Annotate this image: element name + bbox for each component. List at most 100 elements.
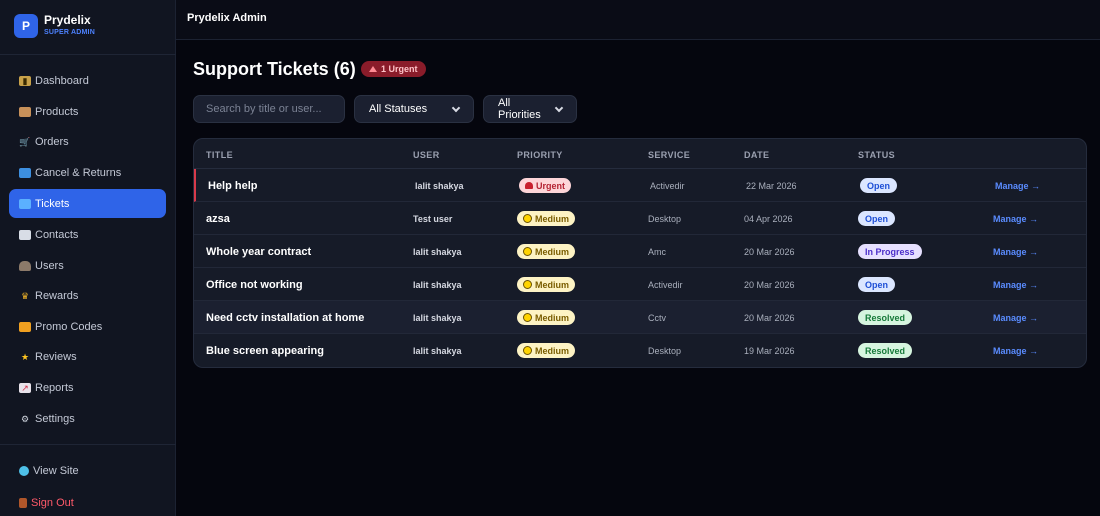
status-badge: In Progress [858, 244, 922, 259]
brand-subtitle: SUPER ADMIN [44, 29, 95, 36]
urgent-count-label: 1 Urgent [381, 64, 418, 74]
column-header-service: SERVICE [648, 150, 691, 160]
priority-label: Medium [535, 312, 570, 323]
table-row[interactable]: Need cctv installation at home lalit sha… [194, 301, 1086, 334]
sidebar: P Prydelix SUPER ADMIN ▮ Dashboard Produ… [0, 0, 176, 516]
yellow-circle-icon [523, 214, 532, 223]
sidebar-item-label: Tickets [35, 197, 70, 210]
status-badge: Open [858, 211, 896, 226]
ticket-user: lalit shakya [415, 180, 464, 191]
sidebar-divider [0, 444, 176, 445]
door-icon [19, 497, 27, 508]
globe-icon [19, 465, 29, 476]
ticket-icon [19, 198, 31, 209]
table-row[interactable]: Help help lalit shakya Urgent Activedir … [194, 169, 1086, 202]
manage-link[interactable]: Manage → [993, 268, 1038, 301]
chevron-down-icon [451, 103, 461, 112]
sidebar-item-contacts[interactable]: Contacts [9, 220, 166, 249]
sidebar-item-reports[interactable]: ↗ Reports [9, 373, 166, 402]
yellow-circle-icon [523, 313, 532, 322]
chevron-down-icon [554, 103, 564, 112]
trophy-icon: ♛ [20, 290, 30, 301]
column-header-date: DATE [744, 150, 770, 160]
sidebar-item-label: Contacts [35, 228, 79, 241]
column-header-user: USER [413, 150, 440, 160]
sidebar-item-users[interactable]: Users [9, 251, 166, 280]
sidebar-item-cancel-returns[interactable]: Cancel & Returns [9, 158, 166, 187]
sidebar-divider [0, 54, 176, 55]
urgent-count-badge: 1 Urgent [361, 61, 426, 77]
sign-out-button[interactable]: Sign Out [9, 488, 166, 516]
priority-cell: Medium [517, 301, 576, 334]
manage-link[interactable]: Manage → [993, 334, 1038, 367]
sidebar-item-view-site[interactable]: View Site [9, 456, 166, 485]
sidebar-item-label: Users [35, 259, 64, 272]
topbar-title: Prydelix Admin [187, 12, 267, 24]
yellow-circle-icon [523, 247, 532, 256]
sidebar-item-settings[interactable]: ⚙ Settings [9, 404, 166, 433]
sidebar-item-label: Rewards [35, 289, 79, 302]
priority-filter-select[interactable]: All Priorities [483, 95, 577, 123]
status-cell: In Progress [858, 235, 922, 268]
ticket-date: 20 Mar 2026 [744, 246, 795, 257]
ticket-service: Desktop [648, 345, 682, 356]
sidebar-item-orders[interactable]: 🛒 Orders [9, 127, 166, 156]
sidebar-item-reviews[interactable]: ★ Reviews [9, 342, 166, 371]
manage-link[interactable]: Manage → [993, 301, 1038, 334]
priority-cell: Medium [517, 202, 576, 235]
status-badge: Open [858, 277, 896, 292]
status-cell: Open [858, 202, 896, 235]
priority-label: Medium [535, 279, 570, 290]
sidebar-item-label: Reports [35, 381, 74, 394]
ticket-title: Blue screen appearing [206, 344, 324, 357]
table-row[interactable]: Office not working lalit shakya Medium A… [194, 268, 1086, 301]
status-filter-select[interactable]: All Statuses [354, 95, 474, 123]
priority-filter-value: All Priorities [498, 97, 541, 121]
siren-icon [525, 182, 533, 189]
ticket-user: lalit shakya [413, 312, 462, 323]
brand-name: Prydelix [44, 13, 91, 27]
manage-link[interactable]: Manage → [993, 202, 1038, 235]
trend-icon: ↗ [19, 382, 31, 393]
sidebar-item-dashboard[interactable]: ▮ Dashboard [9, 66, 166, 95]
status-badge: Open [860, 178, 898, 193]
sidebar-item-label: Reviews [35, 350, 77, 363]
ticket-user: Test user [413, 213, 453, 224]
user-icon [19, 260, 31, 271]
table-row[interactable]: Blue screen appearing lalit shakya Mediu… [194, 334, 1086, 367]
priority-badge: Medium [517, 310, 576, 325]
yellow-circle-icon [523, 280, 532, 289]
chart-icon: ▮ [19, 75, 31, 86]
column-header-priority: PRIORITY [517, 150, 563, 160]
ticket-date: 20 Mar 2026 [744, 312, 795, 323]
search-input[interactable] [193, 95, 345, 123]
brand-logo: P [14, 14, 38, 38]
table-row[interactable]: azsa Test user Medium Desktop 04 Apr 202… [194, 202, 1086, 235]
column-header-title: TITLE [206, 150, 233, 160]
manage-link[interactable]: Manage → [993, 235, 1038, 268]
cart-icon: 🛒 [19, 136, 31, 147]
sidebar-item-tickets[interactable]: Tickets [9, 189, 166, 218]
table-row[interactable]: Whole year contract lalit shakya Medium … [194, 235, 1086, 268]
status-cell: Resolved [858, 301, 913, 334]
priority-cell: Medium [517, 268, 576, 301]
priority-badge: Medium [517, 343, 576, 358]
sidebar-item-label: Settings [35, 412, 75, 425]
yellow-circle-icon [523, 346, 532, 355]
priority-badge: Urgent [519, 178, 571, 193]
sidebar-item-label: Promo Codes [35, 320, 103, 333]
sidebar-item-rewards[interactable]: ♛ Rewards [9, 281, 166, 310]
ticket-date: 19 Mar 2026 [744, 345, 795, 356]
sidebar-item-products[interactable]: Products [9, 97, 166, 126]
sidebar-item-label: Orders [35, 135, 69, 148]
priority-label: Medium [535, 246, 570, 257]
return-icon [19, 167, 31, 178]
brand[interactable]: P Prydelix SUPER ADMIN [14, 14, 95, 38]
box-icon [19, 106, 31, 117]
manage-link[interactable]: Manage → [995, 169, 1040, 202]
ticket-user: lalit shakya [413, 246, 462, 257]
sidebar-item-promo-codes[interactable]: Promo Codes [9, 312, 166, 341]
sidebar-item-label: Cancel & Returns [35, 166, 122, 179]
status-badge: Resolved [858, 343, 913, 358]
status-cell: Open [860, 169, 898, 202]
